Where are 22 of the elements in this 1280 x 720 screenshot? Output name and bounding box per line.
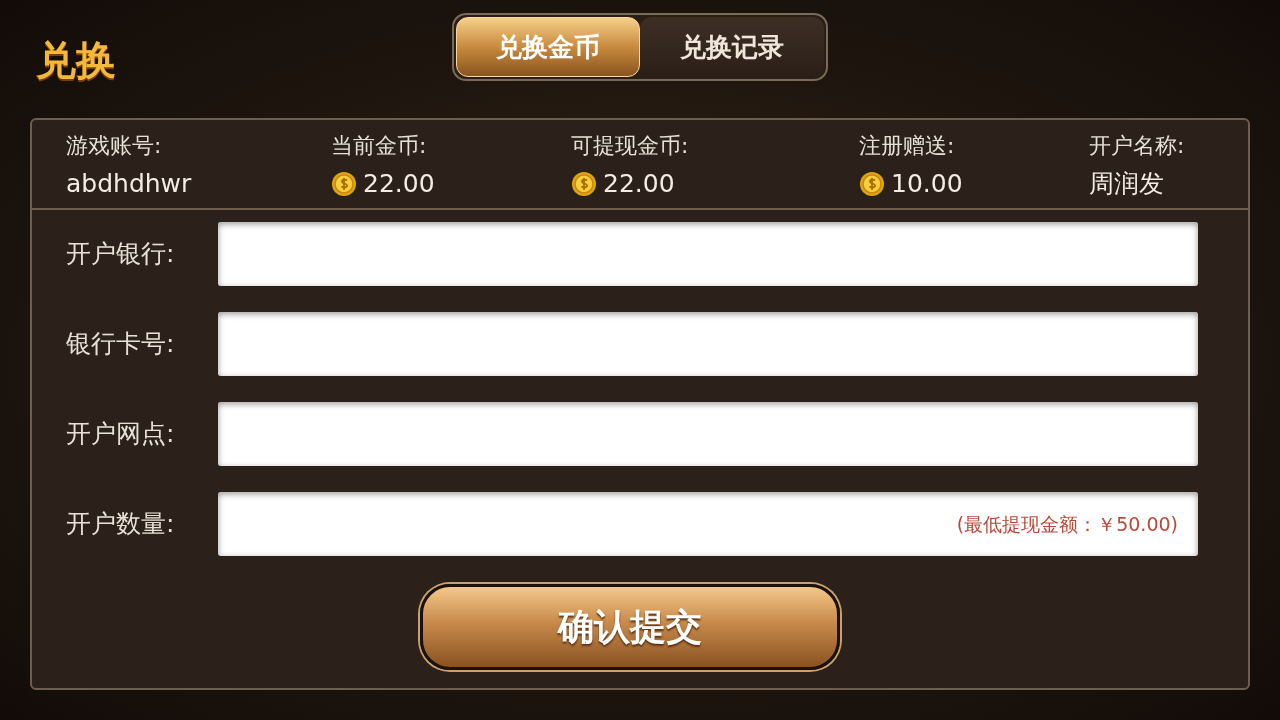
info-label: 开户名称:	[1089, 131, 1186, 160]
info-value: 10.00	[891, 167, 963, 200]
info-label: 当前金币:	[331, 131, 428, 160]
input-field[interactable]: (最低提现金额：￥50.00)	[218, 492, 1198, 556]
field-label: 开户数量:	[66, 508, 176, 541]
info-value: 22.00	[603, 167, 675, 200]
info-value: 22.00	[363, 167, 435, 200]
field-label: 银行卡号:	[66, 328, 176, 361]
minimum-amount-note: (最低提现金额：￥50.00)	[956, 511, 1178, 537]
input-field[interactable]	[218, 402, 1198, 466]
info-label: 游戏账号:	[66, 131, 163, 160]
tab[interactable]: 兑换金币	[456, 17, 640, 77]
page-title: 兑换	[36, 36, 116, 85]
input-field[interactable]	[218, 312, 1198, 376]
field-label: 开户网点:	[66, 418, 176, 451]
field-label: 开户银行:	[66, 238, 176, 271]
info-value: 周润发	[1089, 167, 1164, 200]
info-label: 注册赠送:	[859, 131, 956, 160]
info-label: 可提现金币:	[571, 131, 690, 160]
info-value: abdhdhwr	[66, 167, 192, 200]
submit-button[interactable]: 确认提交	[420, 584, 840, 670]
input-field[interactable]	[218, 222, 1198, 286]
